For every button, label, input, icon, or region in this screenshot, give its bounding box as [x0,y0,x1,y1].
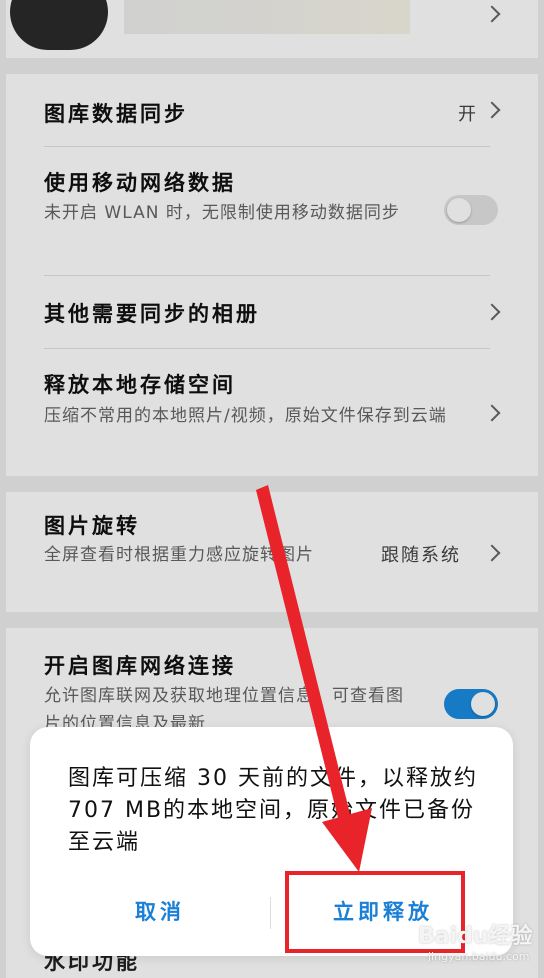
annotation-arrow-head [322,808,372,872]
annotation-arrow [256,485,372,872]
annotation-arrow-shaft [256,485,354,834]
watermark-text: Baidu经验 [418,924,533,949]
watermark-url: jingyan.baidu.com [428,950,530,963]
